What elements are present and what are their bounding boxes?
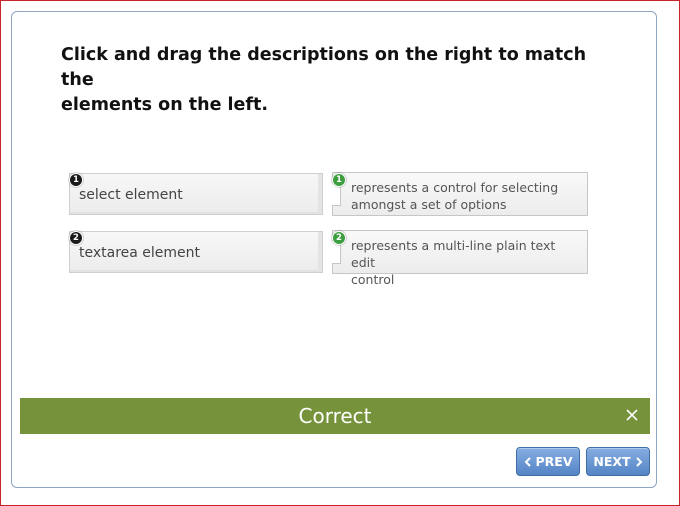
description-line-1: represents a multi-line plain text edit xyxy=(351,238,556,270)
description-item-textarea[interactable]: represents a multi-line plain text edit … xyxy=(332,230,588,287)
next-label: NEXT xyxy=(593,454,631,469)
term-label: select element xyxy=(79,187,183,203)
term-number-badge: 1 xyxy=(69,173,83,187)
description-line-1: represents a control for selecting xyxy=(351,180,559,195)
term-item-select: select element xyxy=(69,173,323,215)
description-line-2: amongst a set of options xyxy=(351,197,507,212)
description-number-badge: 2 xyxy=(332,231,346,245)
term-item-textarea: textarea element xyxy=(69,231,323,273)
question-line-2: elements on the left. xyxy=(61,95,269,115)
term-number-badge: 2 xyxy=(69,231,83,245)
chevron-left-icon xyxy=(524,456,532,467)
feedback-text: Correct xyxy=(298,404,372,428)
description-label: represents a multi-line plain text edit … xyxy=(351,237,583,288)
prev-label: PREV xyxy=(535,454,573,469)
prev-button[interactable]: PREV xyxy=(516,447,580,476)
close-icon[interactable] xyxy=(624,407,640,423)
description-label: represents a control for selecting among… xyxy=(351,179,583,213)
term-label: textarea element xyxy=(79,245,201,261)
chevron-right-icon xyxy=(635,456,643,467)
description-line-2: control xyxy=(351,272,395,287)
question-line-1: Click and drag the descriptions on the r… xyxy=(61,45,587,90)
next-button[interactable]: NEXT xyxy=(586,447,650,476)
description-number-badge: 1 xyxy=(332,173,346,187)
feedback-banner: Correct xyxy=(20,398,650,434)
question-card: Click and drag the descriptions on the r… xyxy=(11,11,657,488)
description-item-select[interactable]: represents a control for selecting among… xyxy=(332,172,588,216)
question-text: Click and drag the descriptions on the r… xyxy=(61,43,621,118)
